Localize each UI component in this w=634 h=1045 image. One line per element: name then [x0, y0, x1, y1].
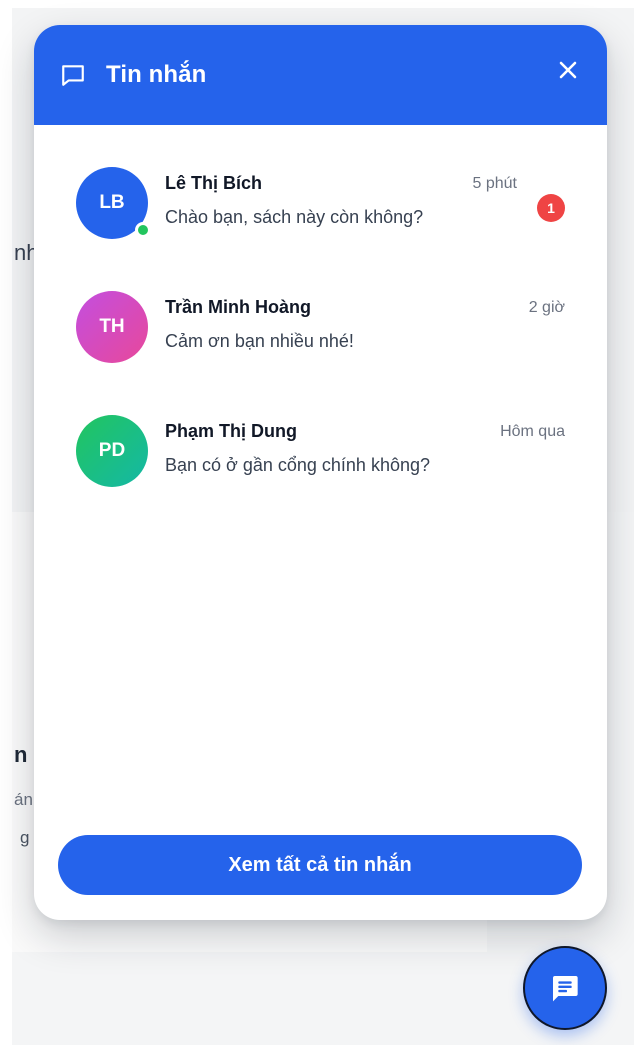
- unread-badge: 1: [537, 194, 565, 222]
- conversation-time: 2 giờ: [528, 299, 565, 316]
- messages-panel: Tin nhắn LB Lê Thị Bích Chào bạn, sách n…: [34, 25, 607, 920]
- conversation-item[interactable]: LB Lê Thị Bích Chào bạn, sách này còn kh…: [34, 153, 607, 277]
- conversation-time: Hôm qua: [500, 423, 565, 440]
- avatar-initials: PD: [98, 440, 126, 461]
- background-section: [12, 952, 487, 1045]
- online-status-dot: [135, 222, 151, 238]
- conversation-name: Lê Thị Bích: [165, 173, 263, 193]
- chat-bubble-icon: [60, 61, 88, 89]
- view-all-messages-button[interactable]: Xem tất cả tin nhắn: [58, 835, 582, 895]
- conversation-item[interactable]: PD Phạm Thị Dung Bạn có ở gần cổng chính…: [34, 401, 607, 525]
- close-button[interactable]: [557, 59, 579, 81]
- avatar: TH: [76, 291, 148, 363]
- conversation-preview: Cảm ơn bạn nhiều nhé!: [165, 331, 354, 351]
- message-icon: [553, 976, 578, 1002]
- avatar: LB: [76, 167, 151, 239]
- conversation-time: 5 phút: [472, 175, 517, 192]
- close-icon: [559, 61, 577, 79]
- avatar-initials: TH: [99, 316, 125, 337]
- background-text: án: [14, 790, 33, 809]
- messages-fab-button[interactable]: [523, 946, 607, 1030]
- conversation-preview: Bạn có ở gần cổng chính không?: [165, 455, 430, 475]
- conversation-body: Trần Minh Hoàng Cảm ơn bạn nhiều nhé! 2 …: [165, 277, 607, 401]
- conversation-body: Phạm Thị Dung Bạn có ở gần cổng chính kh…: [165, 401, 607, 525]
- avatar-initials: LB: [99, 192, 125, 213]
- avatar: PD: [76, 415, 148, 487]
- panel-title: Tin nhắn: [106, 61, 207, 88]
- conversation-list: LB Lê Thị Bích Chào bạn, sách này còn kh…: [34, 125, 607, 525]
- panel-header: Tin nhắn: [34, 25, 607, 125]
- conversation-item[interactable]: TH Trần Minh Hoàng Cảm ơn bạn nhiều nhé!…: [34, 277, 607, 401]
- background-text: g: [20, 828, 30, 847]
